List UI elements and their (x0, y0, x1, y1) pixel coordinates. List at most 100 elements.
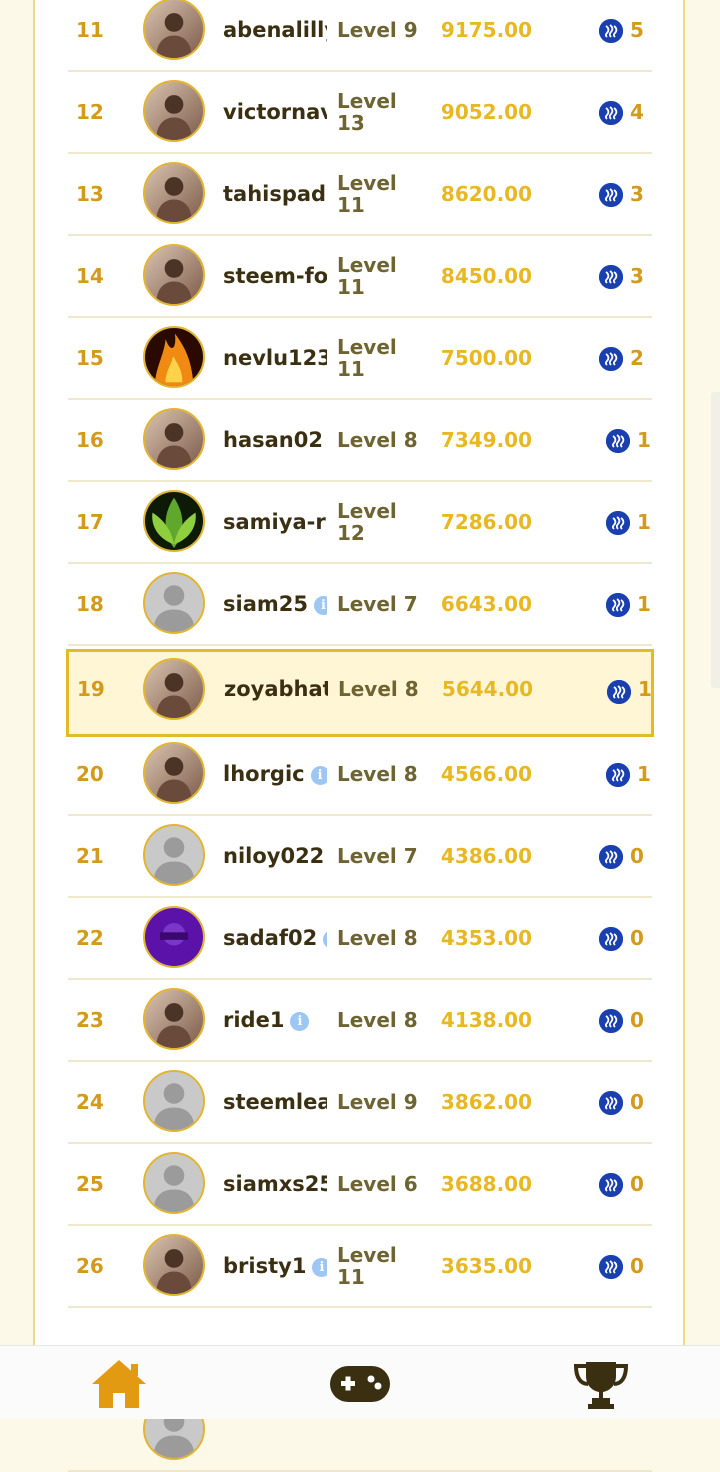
rank-number: 11 (76, 18, 104, 42)
username[interactable]: tahispadr (223, 154, 327, 234)
user-level: Level 8 (337, 428, 418, 452)
user-score: 3862.00 (440, 1090, 532, 1114)
reward-count: 0 (630, 844, 644, 868)
leaderboard-row[interactable]: 25 siamxs25 Level 6 3688.00 0 (68, 1144, 652, 1226)
rank-number: 22 (76, 926, 104, 950)
username[interactable]: zoyabhat (224, 649, 328, 729)
user-avatar[interactable] (143, 1070, 205, 1132)
username[interactable]: sadaf02i (223, 898, 327, 978)
steem-coin-icon (606, 763, 630, 787)
leaderboard-row[interactable]: 24 steemlea Level 9 3862.00 0 (68, 1062, 652, 1144)
info-icon[interactable]: i (312, 1257, 327, 1277)
user-level: Level 11 (337, 335, 397, 381)
scrollbar-thumb[interactable] (711, 392, 720, 688)
user-score: 9175.00 (440, 18, 532, 42)
username[interactable]: steemlea (223, 1062, 327, 1142)
leaderboard-row[interactable]: 14 steem-for Level 11 8450.00 3 (68, 236, 652, 318)
leaderboard-row[interactable]: 22 sadaf02i Level 8 4353.00 0 (68, 898, 652, 980)
user-level: Level 8 (337, 762, 418, 786)
leaderboard-row-current-user[interactable]: 19 zoyabhat Level 8 5644.00 1 (66, 649, 654, 737)
user-avatar[interactable] (143, 988, 205, 1050)
rank-number: 16 (76, 428, 104, 452)
leaderboard-row[interactable]: 15 nevlu123 Level 11 7500.00 2 (68, 318, 652, 400)
leaderboard-row[interactable]: 17 samiya-ri Level 12 7286.00 1 (68, 482, 652, 564)
username[interactable]: siamxs25 (223, 1144, 327, 1224)
username-text: lhorgic (223, 762, 305, 786)
reward-count: 0 (630, 1090, 644, 1114)
nav-home-button[interactable] (90, 1358, 148, 1410)
username[interactable]: niloy022 (223, 816, 327, 896)
user-avatar[interactable] (143, 742, 205, 804)
trophy-icon (573, 1362, 629, 1409)
leaderboard-row[interactable]: 26 bristy1 i Level 11 3635.00 0 (68, 1226, 652, 1308)
user-avatar[interactable] (143, 1152, 205, 1214)
user-avatar[interactable] (143, 906, 205, 968)
user-score: 3688.00 (440, 1172, 532, 1196)
user-avatar[interactable] (143, 824, 205, 886)
username[interactable]: nevlu123 (223, 318, 327, 398)
info-icon[interactable]: i (310, 765, 327, 785)
username[interactable]: abenalilly (223, 0, 327, 70)
user-score: 3635.00 (440, 1254, 532, 1278)
rank-number: 24 (76, 1090, 104, 1114)
username[interactable]: hasan02i (223, 400, 327, 480)
leaderboard-row[interactable]: 12 victornav Level 13 9052.00 4 (68, 72, 652, 154)
info-icon[interactable]: i (290, 1011, 310, 1031)
nav-leaderboard-button[interactable] (572, 1358, 630, 1410)
username[interactable]: lhorgic i (223, 734, 327, 814)
leaderboard-row[interactable]: 13 tahispadr Level 11 8620.00 3 (68, 154, 652, 236)
user-avatar[interactable] (143, 244, 205, 306)
leaderboard-row[interactable]: 21 niloy022 Level 7 4386.00 0 (68, 816, 652, 898)
steem-coin-icon (607, 680, 631, 704)
user-avatar[interactable] (143, 162, 205, 224)
steem-coin-icon (606, 511, 630, 535)
reward-count: 0 (630, 1254, 644, 1278)
user-avatar[interactable] (143, 572, 205, 634)
reward-count: 3 (630, 182, 644, 206)
info-icon[interactable]: i (323, 929, 327, 949)
leaderboard-row[interactable]: 20 lhorgic i Level 8 4566.00 1 (68, 734, 652, 816)
user-score: 8620.00 (440, 182, 532, 206)
username[interactable]: ride1 i (223, 980, 327, 1060)
leaderboard-row[interactable]: 16 hasan02i Level 8 7349.00 1 (68, 400, 652, 482)
user-avatar[interactable] (143, 408, 205, 470)
nav-games-button[interactable] (329, 1358, 391, 1410)
user-level: Level 11 (337, 171, 397, 217)
info-icon[interactable]: i (313, 595, 327, 615)
user-avatar[interactable] (143, 326, 205, 388)
rank-number: 13 (76, 182, 104, 206)
user-avatar[interactable] (143, 0, 205, 60)
steem-coin-icon (599, 1173, 623, 1197)
leaderboard-row[interactable]: 18 siam25 i Level 7 6643.00 1 (68, 564, 652, 646)
username-text: samiya-ri (223, 510, 327, 534)
username[interactable]: bristy1 i (223, 1226, 327, 1306)
user-avatar[interactable] (143, 1234, 205, 1296)
reward-count: 1 (638, 677, 652, 701)
user-avatar[interactable] (143, 658, 205, 720)
user-avatar[interactable] (143, 490, 205, 552)
rank-number: 21 (76, 844, 104, 868)
username[interactable]: steem-for (223, 236, 327, 316)
rank-number: 15 (76, 346, 104, 370)
user-avatar[interactable] (143, 80, 205, 142)
leaderboard-row[interactable]: 11 abenalilly Level 9 9175.00 5 (68, 0, 652, 72)
user-level: Level 9 (337, 1090, 418, 1114)
steem-coin-icon (606, 429, 630, 453)
steem-coin-icon (599, 19, 623, 43)
rank-number: 12 (76, 100, 104, 124)
username[interactable]: siam25 i (223, 564, 327, 644)
steem-coin-icon (599, 265, 623, 289)
username[interactable]: samiya-ri (223, 482, 327, 562)
user-level: Level 7 (337, 844, 418, 868)
username[interactable]: victornav (223, 72, 327, 152)
rank-number: 18 (76, 592, 104, 616)
steem-coin-icon (599, 927, 623, 951)
user-level: Level 12 (337, 499, 397, 545)
steem-coin-icon (599, 101, 623, 125)
leaderboard-row[interactable]: 23 ride1 i Level 8 4138.00 0 (68, 980, 652, 1062)
username-text: steem-for (223, 264, 327, 288)
username-text: sadaf02 (223, 926, 318, 950)
user-score: 4566.00 (440, 762, 532, 786)
rank-number: 26 (76, 1254, 104, 1278)
user-level: Level 8 (338, 677, 419, 701)
